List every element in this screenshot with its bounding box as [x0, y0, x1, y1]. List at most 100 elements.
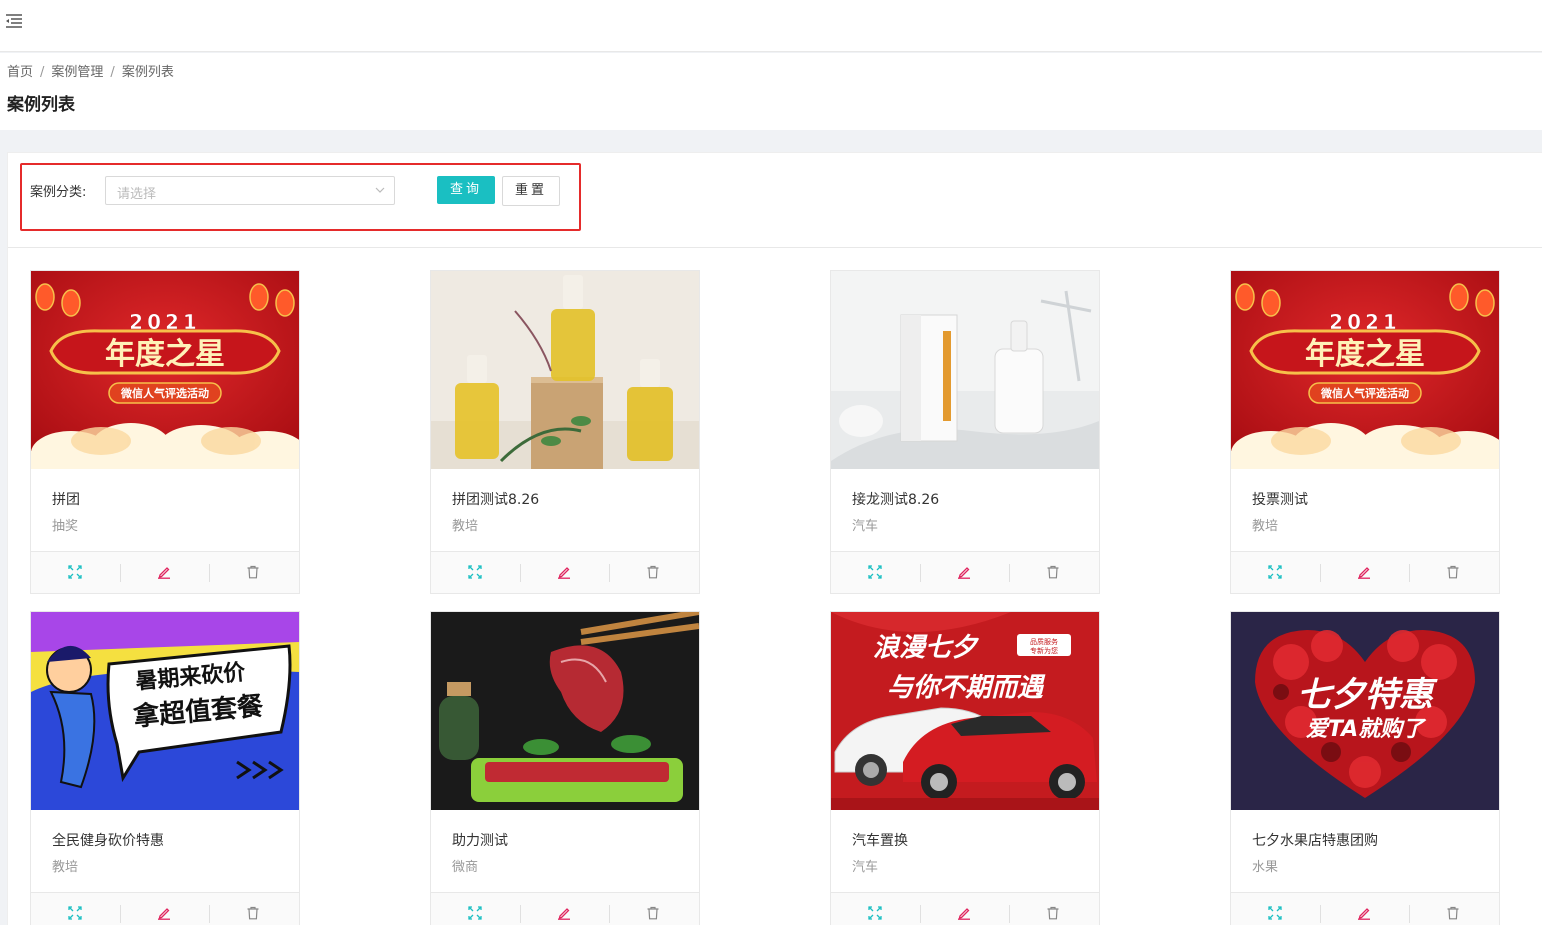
case-title: 拼团	[52, 492, 80, 508]
breadcrumb-section[interactable]: 案例管理	[51, 65, 103, 80]
case-category: 水果	[1252, 860, 1279, 875]
expand-icon	[68, 906, 82, 920]
view-button[interactable]	[1231, 552, 1320, 593]
breadcrumb-separator: /	[40, 65, 45, 80]
case-thumbnail[interactable]	[831, 271, 1099, 469]
reset-button[interactable]: 重置	[502, 176, 560, 206]
category-select-placeholder: 请选择	[117, 187, 157, 202]
filter-form: 案例分类: 请选择 查询 重置	[20, 163, 581, 231]
case-category: 汽车	[852, 519, 879, 534]
edit-button[interactable]	[920, 552, 1009, 593]
expand-icon	[468, 565, 482, 579]
edit-button[interactable]	[120, 552, 209, 593]
view-button[interactable]	[831, 893, 920, 925]
expand-icon	[868, 906, 882, 920]
edit-icon	[958, 567, 970, 579]
view-button[interactable]	[31, 552, 120, 593]
breadcrumb-home[interactable]: 首页	[7, 65, 33, 80]
content-panel: 案例分类: 请选择 查询 重置 2021 年度之星 微信人气评选活动 拼团抽奖	[7, 152, 1542, 925]
edit-icon	[158, 908, 170, 920]
edit-button[interactable]	[920, 893, 1009, 925]
case-category: 微商	[452, 860, 479, 875]
svg-text:专新为您: 专新为您	[1030, 646, 1058, 655]
edit-button[interactable]	[120, 893, 209, 925]
case-thumbnail[interactable]: 2021 年度之星 微信人气评选活动	[1231, 271, 1499, 469]
edit-icon	[1358, 567, 1370, 579]
chevron-down-icon	[375, 187, 385, 193]
case-thumbnail[interactable]	[431, 271, 699, 469]
page-header: 首页 / 案例管理 / 案例列表 案例列表	[0, 53, 1542, 130]
svg-text:品质服务: 品质服务	[1030, 637, 1058, 646]
case-card[interactable]: 七夕特惠 爱TA就购了 七夕水果店特惠团购 水果	[1230, 611, 1500, 925]
trash-icon	[1447, 565, 1459, 579]
edit-button[interactable]	[520, 552, 609, 593]
trash-icon	[1047, 565, 1059, 579]
case-title: 拼团测试8.26	[452, 492, 540, 508]
breadcrumb-separator: /	[110, 65, 115, 80]
case-card[interactable]: 2021 年度之星 微信人气评选活动 拼团 抽奖	[30, 270, 300, 594]
view-button[interactable]	[431, 893, 520, 925]
case-card[interactable]: 拼团测试8.26 教培	[430, 270, 700, 594]
delete-button[interactable]	[209, 893, 298, 925]
trash-icon	[1047, 906, 1059, 920]
case-title: 投票测试	[1252, 492, 1308, 508]
svg-text:与你不期而遇: 与你不期而遇	[887, 673, 1046, 703]
trash-icon	[247, 565, 259, 579]
delete-button[interactable]	[609, 552, 698, 593]
case-thumbnail[interactable]: 品质服务 专新为您 浪漫七夕 与你不期而遇	[831, 612, 1099, 810]
divider	[8, 247, 1542, 248]
delete-button[interactable]	[1409, 893, 1498, 925]
svg-text:七夕特惠: 七夕特惠	[1297, 675, 1438, 715]
view-button[interactable]	[1231, 893, 1320, 925]
breadcrumb-current: 案例列表	[121, 65, 174, 80]
edit-icon	[1358, 908, 1370, 920]
trash-icon	[647, 565, 659, 579]
case-card[interactable]: 2021 年度之星 微信人气评选活动 投票测试 教培	[1230, 270, 1500, 594]
svg-text:微信人气评选活动: 微信人气评选活动	[1320, 386, 1409, 400]
category-select[interactable]: 请选择	[105, 176, 395, 205]
case-card[interactable]: 品质服务 专新为您 浪漫七夕 与你不期而遇 汽车置换汽车	[830, 611, 1100, 925]
breadcrumb: 首页 / 案例管理 / 案例列表	[7, 61, 174, 80]
case-title: 接龙测试8.26	[852, 492, 940, 508]
svg-text:浪漫七夕: 浪漫七夕	[873, 633, 980, 663]
case-category: 汽车	[852, 860, 879, 875]
edit-button[interactable]	[1320, 552, 1409, 593]
case-title: 助力测试	[452, 833, 508, 849]
case-title: 汽车置换	[852, 833, 908, 849]
view-button[interactable]	[31, 893, 120, 925]
case-thumbnail[interactable]: 暑期来砍价 拿超值套餐	[31, 612, 299, 810]
query-button[interactable]: 查询	[437, 176, 495, 204]
svg-text:2021: 2021	[1329, 310, 1401, 334]
expand-icon	[1268, 906, 1282, 920]
edit-icon	[158, 567, 170, 579]
expand-icon	[468, 906, 482, 920]
case-card[interactable]: 接龙测试8.26 汽车	[830, 270, 1100, 594]
case-thumbnail[interactable]: 七夕特惠 爱TA就购了	[1231, 612, 1499, 810]
case-card[interactable]: 暑期来砍价 拿超值套餐 全民健身砍价特惠 教培	[30, 611, 300, 925]
edit-button[interactable]	[1320, 893, 1409, 925]
menu-fold-icon[interactable]	[5, 13, 23, 29]
delete-button[interactable]	[1409, 552, 1498, 593]
view-button[interactable]	[431, 552, 520, 593]
delete-button[interactable]	[1009, 893, 1098, 925]
category-filter-label: 案例分类:	[30, 185, 87, 200]
case-card-actions	[1231, 551, 1499, 593]
delete-button[interactable]	[1009, 552, 1098, 593]
case-card[interactable]: 助力测试 微商	[430, 611, 700, 925]
svg-text:年度之星: 年度之星	[105, 337, 225, 372]
case-card-actions	[1231, 892, 1499, 925]
delete-button[interactable]	[209, 552, 298, 593]
case-card-actions	[31, 892, 299, 925]
case-category: 教培	[52, 860, 79, 875]
case-thumbnail[interactable]: 2021 年度之星 微信人气评选活动	[31, 271, 299, 469]
svg-text:年度之星: 年度之星	[1305, 337, 1425, 372]
page-title: 案例列表	[7, 95, 75, 115]
delete-button[interactable]	[609, 893, 698, 925]
view-button[interactable]	[831, 552, 920, 593]
case-card-actions	[831, 892, 1099, 925]
case-thumbnail[interactable]	[431, 612, 699, 810]
case-title: 全民健身砍价特惠	[52, 833, 164, 849]
edit-icon	[558, 908, 570, 920]
edit-button[interactable]	[520, 893, 609, 925]
edit-icon	[558, 567, 570, 579]
